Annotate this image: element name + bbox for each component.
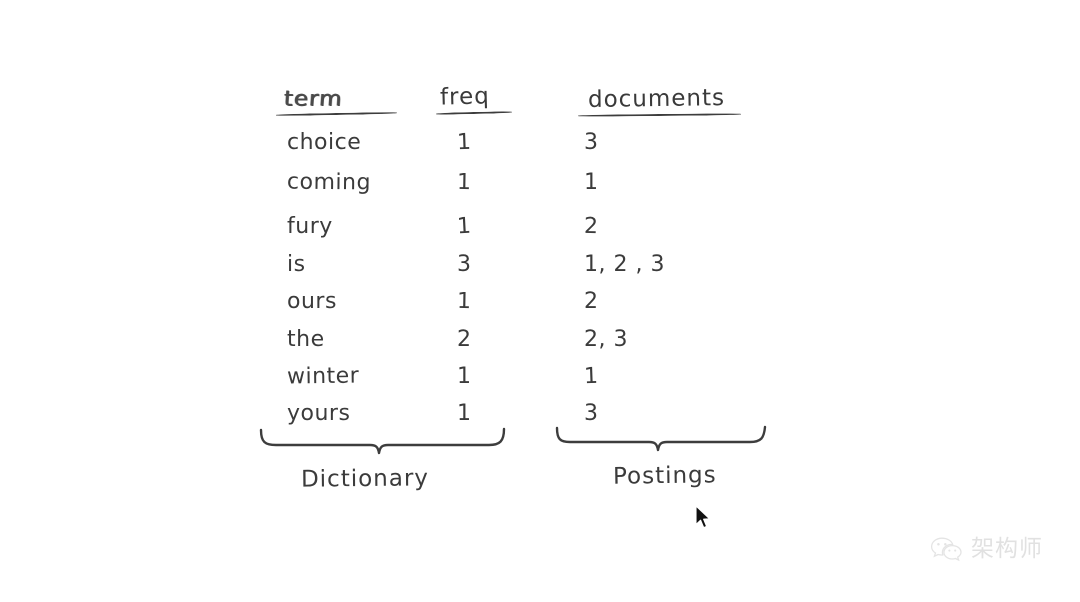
postings-label: Postings: [612, 462, 717, 490]
column-header-freq-underline: [435, 111, 513, 115]
column-header-term-underline: [275, 111, 398, 117]
wechat-icon: [930, 537, 962, 562]
watermark: 架构师: [930, 536, 1043, 562]
table-row: 1: [583, 363, 599, 390]
table-row: 1: [456, 169, 472, 196]
column-header-term: term: [283, 87, 344, 111]
table-row: 1: [584, 170, 599, 195]
postings-brace-icon: [555, 425, 767, 452]
table-row: ours: [287, 289, 337, 314]
column-header-freq: freq: [439, 83, 491, 111]
table-row: 2: [583, 213, 599, 240]
table-row: winter: [286, 363, 360, 390]
table-row: yours: [287, 401, 351, 426]
table-row: coming: [286, 169, 372, 196]
table-row: 2: [584, 289, 599, 314]
dictionary-brace-icon: [259, 427, 506, 455]
table-row: 1: [457, 364, 472, 389]
table-row: 2, 3: [584, 327, 628, 352]
table-row: 1, 2 , 3: [584, 252, 665, 277]
table-row: is: [287, 252, 306, 277]
table-row: 3: [584, 401, 599, 426]
dictionary-label: Dictionary: [300, 465, 430, 493]
table-row: 1: [456, 213, 473, 240]
table-row: fury: [287, 214, 333, 239]
table-row: choice: [287, 130, 362, 155]
table-row: the: [287, 327, 325, 352]
column-header-documents: documents: [587, 85, 726, 113]
table-row: 1: [456, 129, 472, 156]
table-row: 3: [457, 252, 472, 277]
table-row: 1: [456, 288, 472, 315]
column-header-documents-underline: [577, 113, 742, 117]
table-row: 2: [457, 327, 472, 352]
mouse-pointer-icon: [695, 505, 711, 529]
whiteboard-canvas: term freq documents choice 1 3 coming 1 …: [0, 0, 1080, 602]
table-row: 1: [457, 401, 472, 426]
watermark-text: 架构师: [971, 535, 1043, 562]
table-row: 3: [584, 130, 599, 155]
